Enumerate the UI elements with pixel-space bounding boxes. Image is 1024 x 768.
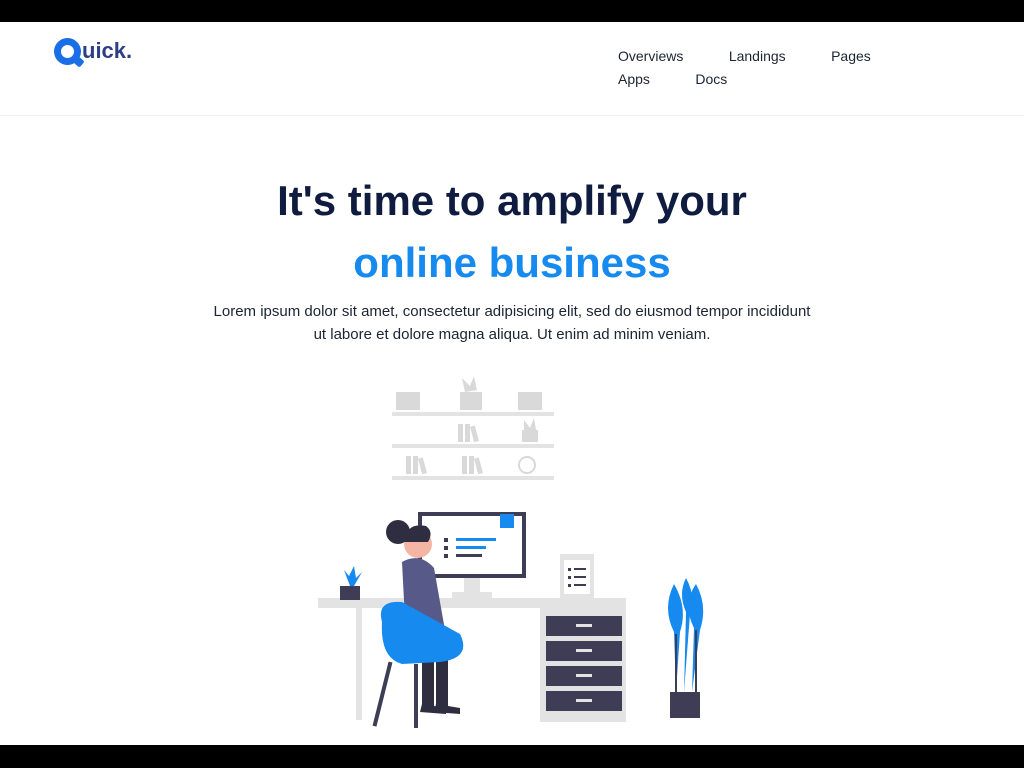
desk-plant-graphic [340,566,362,600]
nav-item-pages[interactable]: Pages [831,49,871,63]
nav-item-docs[interactable]: Docs [695,72,727,86]
nav-item-landings[interactable]: Landings [729,49,786,63]
floor-plant-graphic [668,578,704,718]
site-header: uick. Overviews Landings Pages Apps Docs [0,22,1024,116]
main-nav: Overviews Landings Pages Apps Docs [612,48,972,94]
nav-item-apps[interactable]: Apps [618,72,650,86]
landing-page: uick. Overviews Landings Pages Apps Docs… [0,22,1024,745]
logo-q-icon [54,37,81,65]
workspace-illustration [318,376,704,728]
hero-description: Lorem ipsum dolor sit amet, consectetur … [213,303,811,343]
desk-graphic [318,598,626,722]
letterbox-top [0,0,1024,22]
logo-text: uick. [82,38,133,63]
brand-logo[interactable]: uick. [54,34,132,68]
hero-title: It's time to amplify your [277,177,747,224]
hero-highlight: online business [353,239,671,286]
letterbox-bottom [0,745,1024,768]
clipboard-graphic [560,554,594,598]
shelves-graphic [392,376,554,480]
nav-item-overviews[interactable]: Overviews [618,49,683,63]
